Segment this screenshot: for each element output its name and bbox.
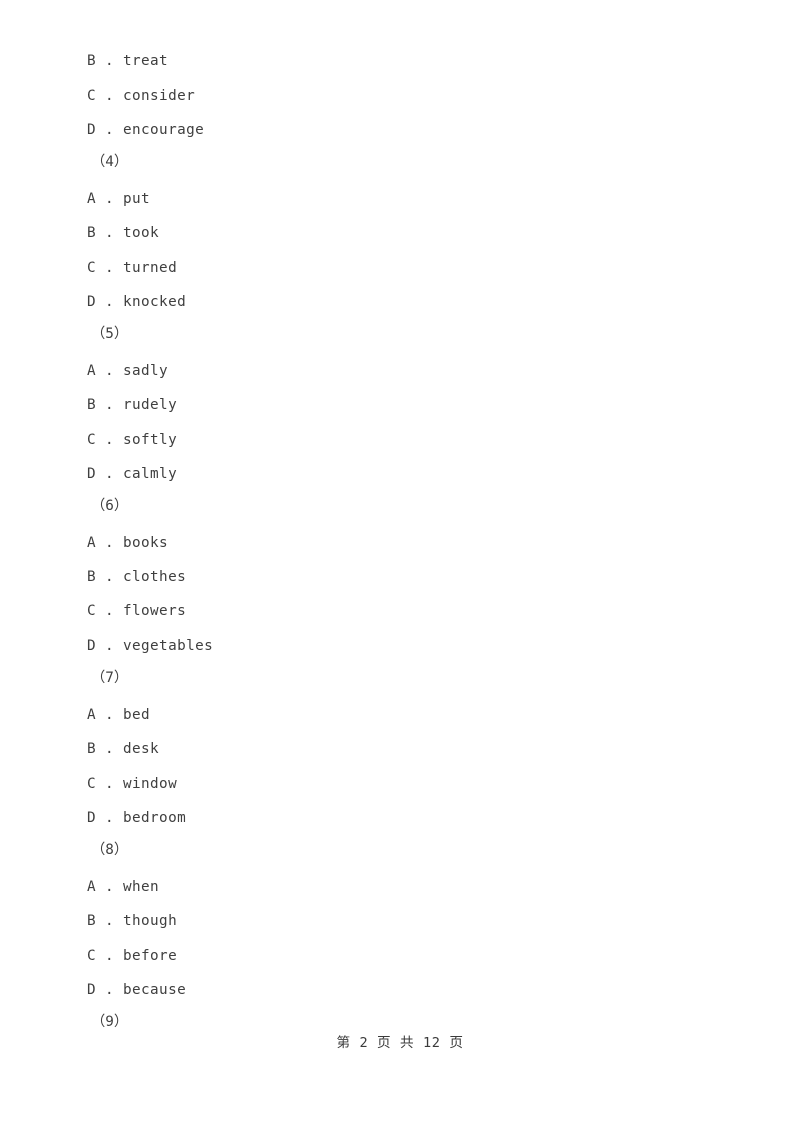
question-number-line: （6） — [0, 496, 800, 516]
answer-option-text: A . books — [87, 535, 169, 551]
answer-option-text: D . vegetables — [87, 638, 214, 654]
answer-option-text: A . when — [87, 879, 160, 895]
answer-option-text: B . took — [87, 225, 160, 241]
document-page: B . treat C . consider D . encourage （4） A .… — [0, 0, 800, 1132]
answer-option-line: C . softly — [0, 430, 800, 450]
answer-option-line: D . knocked — [0, 292, 800, 312]
answer-option-line: D . vegetables — [0, 636, 800, 656]
answer-option-line: A . bed — [0, 705, 800, 725]
answer-option-text: C . flowers — [87, 603, 187, 619]
answer-option-line: C . before — [0, 946, 800, 966]
answer-option-text: C . before — [87, 948, 178, 964]
answer-option-text: D . knocked — [87, 294, 187, 310]
question-number-text: （8） — [91, 842, 129, 858]
answer-option-text: A . sadly — [87, 363, 169, 379]
answer-option-line: B . rudely — [0, 395, 800, 415]
answer-option-line: A . when — [0, 877, 800, 897]
answer-option-text: C . window — [87, 776, 178, 792]
answer-option-text: B . clothes — [87, 569, 187, 585]
answer-option-line: A . sadly — [0, 361, 800, 381]
answer-option-text: C . turned — [87, 260, 178, 276]
question-number-line: （4） — [0, 152, 800, 172]
answer-option-line: A . put — [0, 189, 800, 209]
answer-option-text: C . softly — [87, 432, 178, 448]
question-number-line: （9） — [0, 1012, 800, 1032]
answer-option-text: D . calmly — [87, 466, 178, 482]
answer-option-line: B . desk — [0, 739, 800, 759]
answer-option-line: C . flowers — [0, 601, 800, 621]
answer-option-text: D . encourage — [87, 122, 205, 138]
answer-option-text: C . consider — [87, 88, 196, 104]
question-number-line: （5） — [0, 324, 800, 344]
question-number-text: （5） — [91, 326, 129, 342]
question-number-text: （4） — [91, 154, 129, 170]
answer-option-line: C . consider — [0, 86, 800, 106]
answer-option-text: D . because — [87, 982, 187, 998]
answer-option-text: B . rudely — [87, 397, 178, 413]
answer-option-line: D . bedroom — [0, 808, 800, 828]
answer-option-line: C . turned — [0, 258, 800, 278]
answer-option-line: D . calmly — [0, 464, 800, 484]
page-footer: 第 2 页 共 12 页 — [336, 1035, 464, 1051]
answer-option-text: A . put — [87, 191, 151, 207]
question-number-line: （8） — [0, 840, 800, 860]
answer-option-line: B . took — [0, 223, 800, 243]
question-number-line: （7） — [0, 668, 800, 688]
answer-option-line: D . because — [0, 980, 800, 1000]
answer-option-line: B . clothes — [0, 567, 800, 587]
answer-option-text: B . treat — [87, 53, 169, 69]
question-number-text: （7） — [91, 670, 129, 686]
answer-option-line: A . books — [0, 533, 800, 553]
answer-option-text: B . though — [87, 913, 178, 929]
answer-option-line: C . window — [0, 774, 800, 794]
answer-option-text: A . bed — [87, 707, 151, 723]
answer-option-line: B . though — [0, 911, 800, 931]
answer-option-line: B . treat — [0, 51, 800, 71]
answer-option-text: D . bedroom — [87, 810, 187, 826]
question-number-text: （9） — [91, 1014, 129, 1030]
question-number-text: （6） — [91, 498, 129, 514]
answer-option-line: D . encourage — [0, 120, 800, 140]
answer-option-text: B . desk — [87, 741, 160, 757]
